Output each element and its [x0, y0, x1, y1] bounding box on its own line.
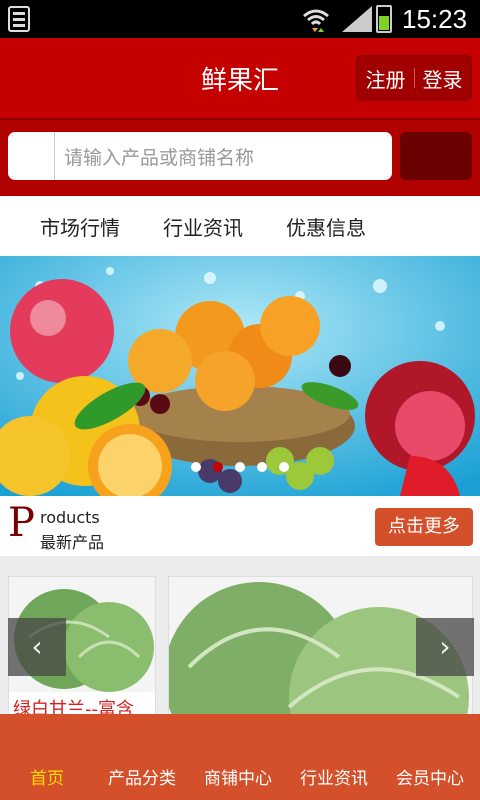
more-button[interactable]: 点击更多	[375, 508, 473, 546]
products-section-header: P roducts 最新产品 点击更多	[0, 496, 480, 557]
carousel-dots	[0, 457, 480, 476]
quick-nav-market[interactable]: 市场行情	[40, 212, 120, 241]
carousel-dot[interactable]	[257, 462, 267, 472]
auth-divider	[413, 68, 415, 88]
bottom-nav: 首页 产品分类 商铺中心 行业资讯 会员中心	[0, 714, 480, 800]
carousel-dot[interactable]	[279, 462, 289, 472]
quick-nav-news[interactable]: 行业资讯	[163, 212, 243, 241]
search-placeholder: 请输入产品或商铺名称	[64, 147, 255, 169]
signal-icon	[342, 6, 372, 32]
products-title-en: roducts	[40, 508, 100, 527]
products-carousel: 绿白甘兰--富含 ‹ ›	[0, 556, 480, 718]
app-header: 鲜果汇 注册 登录	[0, 38, 480, 118]
carousel-dot[interactable]	[191, 462, 201, 472]
carousel-next-button[interactable]: ›	[416, 618, 474, 676]
tab-shops[interactable]: 商铺中心	[204, 764, 272, 789]
status-bar: 15:23	[0, 0, 480, 38]
carousel-prev-button[interactable]: ‹	[8, 618, 66, 676]
products-letter: P	[8, 500, 35, 546]
tab-categories[interactable]: 产品分类	[108, 764, 176, 789]
carousel-dot-active[interactable]	[213, 462, 223, 472]
battery-icon	[376, 5, 392, 33]
quick-nav-deals[interactable]: 优惠信息	[286, 212, 366, 241]
search-button[interactable]	[400, 132, 472, 180]
products-title-cn: 最新产品	[40, 533, 105, 552]
tab-home[interactable]: 首页	[30, 764, 64, 789]
auth-box: 注册 登录	[356, 55, 472, 101]
search-bar: 请输入产品或商铺名称	[0, 118, 480, 196]
wifi-icon	[303, 9, 329, 32]
quick-nav: 市场行情 行业资讯 优惠信息	[0, 196, 480, 256]
clock: 15:23	[402, 4, 468, 34]
search-input-divider	[54, 132, 55, 180]
register-link[interactable]: 注册	[366, 64, 406, 93]
tab-member[interactable]: 会员中心	[396, 764, 464, 789]
tab-news[interactable]: 行业资讯	[300, 764, 368, 789]
search-input[interactable]: 请输入产品或商铺名称	[8, 132, 392, 180]
sd-card-icon	[8, 6, 30, 32]
carousel-dot[interactable]	[235, 462, 245, 472]
login-link[interactable]: 登录	[423, 64, 463, 93]
banner-carousel[interactable]	[0, 256, 480, 496]
